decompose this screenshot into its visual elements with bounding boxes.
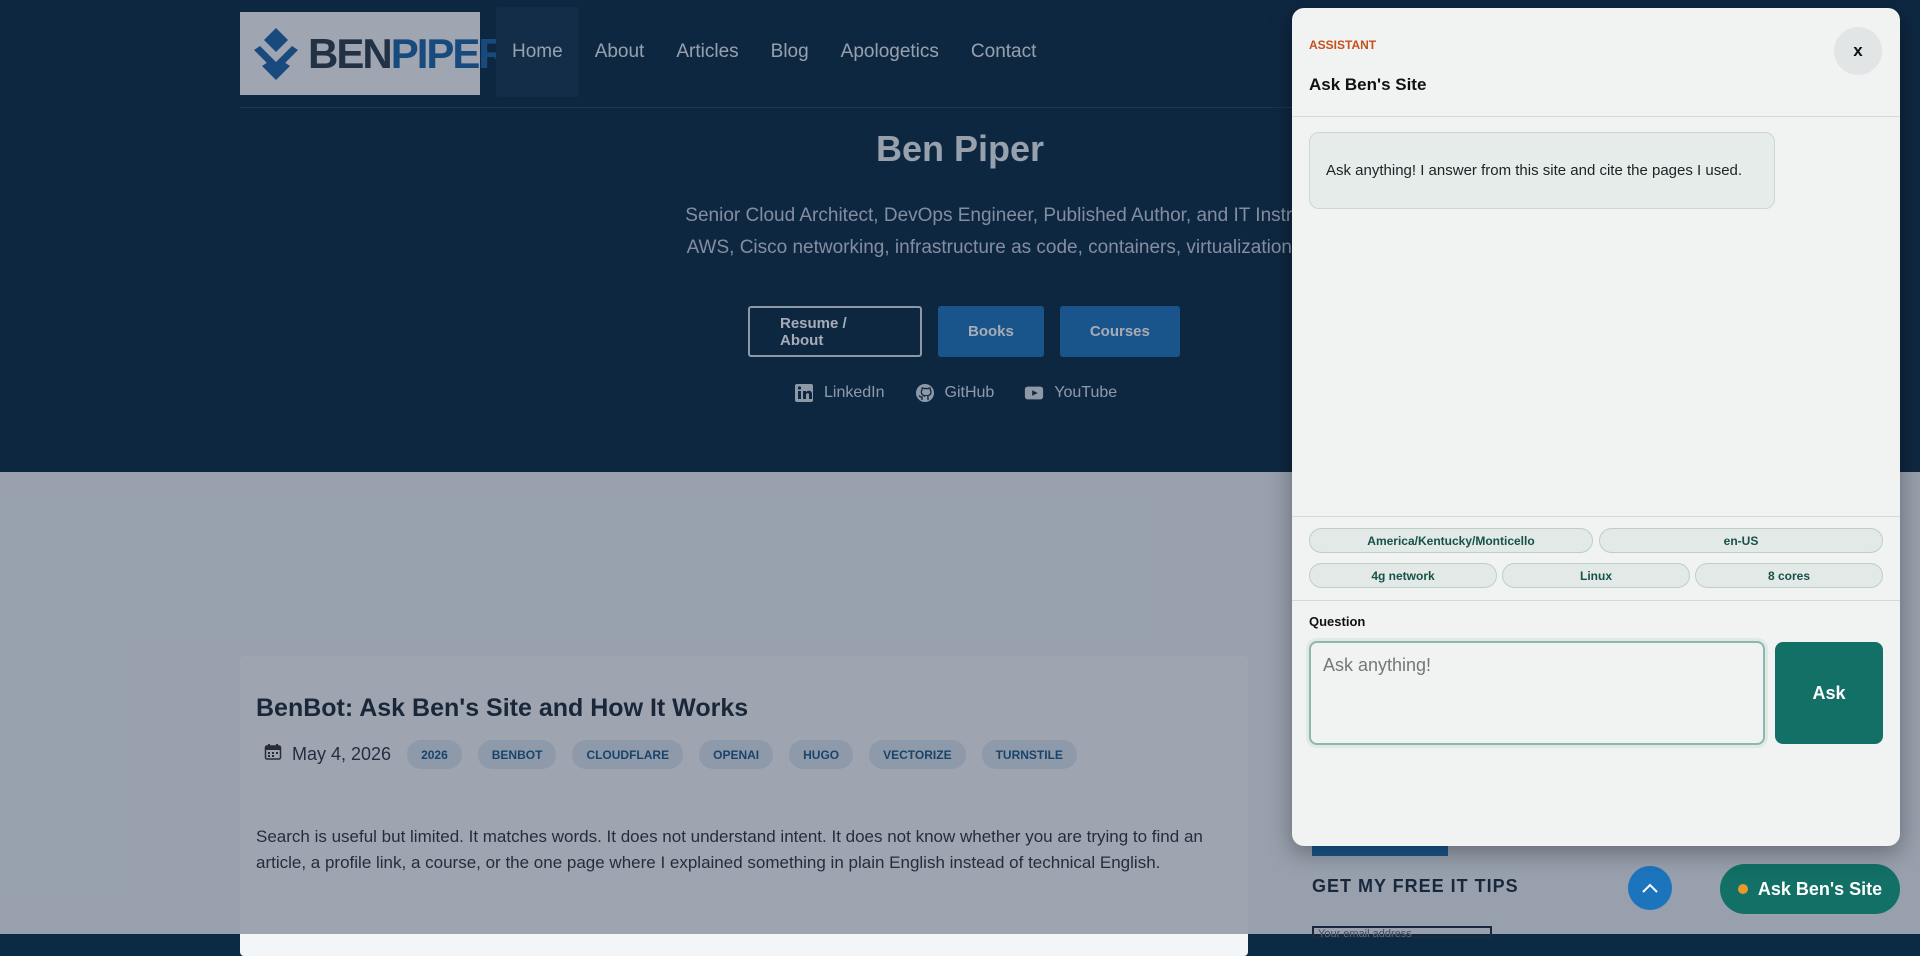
launcher-label: Ask Ben's Site xyxy=(1757,878,1883,899)
ask-site-launcher-button[interactable]: Ask Ben's Site xyxy=(1720,864,1900,914)
status-dot-icon xyxy=(1737,884,1748,894)
chevron-up-icon xyxy=(1642,883,1658,893)
chips-divider-top xyxy=(1292,516,1900,517)
ask-button[interactable]: Ask xyxy=(1775,642,1883,744)
locale-chip: en-US xyxy=(1599,528,1883,553)
network-chip: 4g network xyxy=(1309,563,1497,588)
chips-divider-bottom xyxy=(1292,600,1900,601)
timezone-chip: America/Kentucky/Monticello xyxy=(1309,528,1593,553)
assistant-greeting-message: Ask anything! I answer from this site an… xyxy=(1309,132,1775,209)
os-chip: Linux xyxy=(1502,563,1690,588)
assistant-panel: ASSISTANT Ask Ben's Site x Ask anything!… xyxy=(1292,8,1900,846)
assistant-header: ASSISTANT Ask Ben's Site x xyxy=(1292,8,1900,117)
question-label: Question xyxy=(1309,614,1366,629)
scroll-to-top-button[interactable] xyxy=(1628,866,1672,910)
assistant-title: Ask Ben's Site xyxy=(1309,75,1427,94)
close-button[interactable]: x xyxy=(1834,27,1882,75)
question-input[interactable] xyxy=(1309,641,1765,745)
cores-chip: 8 cores xyxy=(1695,563,1883,588)
assistant-eyebrow: ASSISTANT xyxy=(1309,38,1377,52)
